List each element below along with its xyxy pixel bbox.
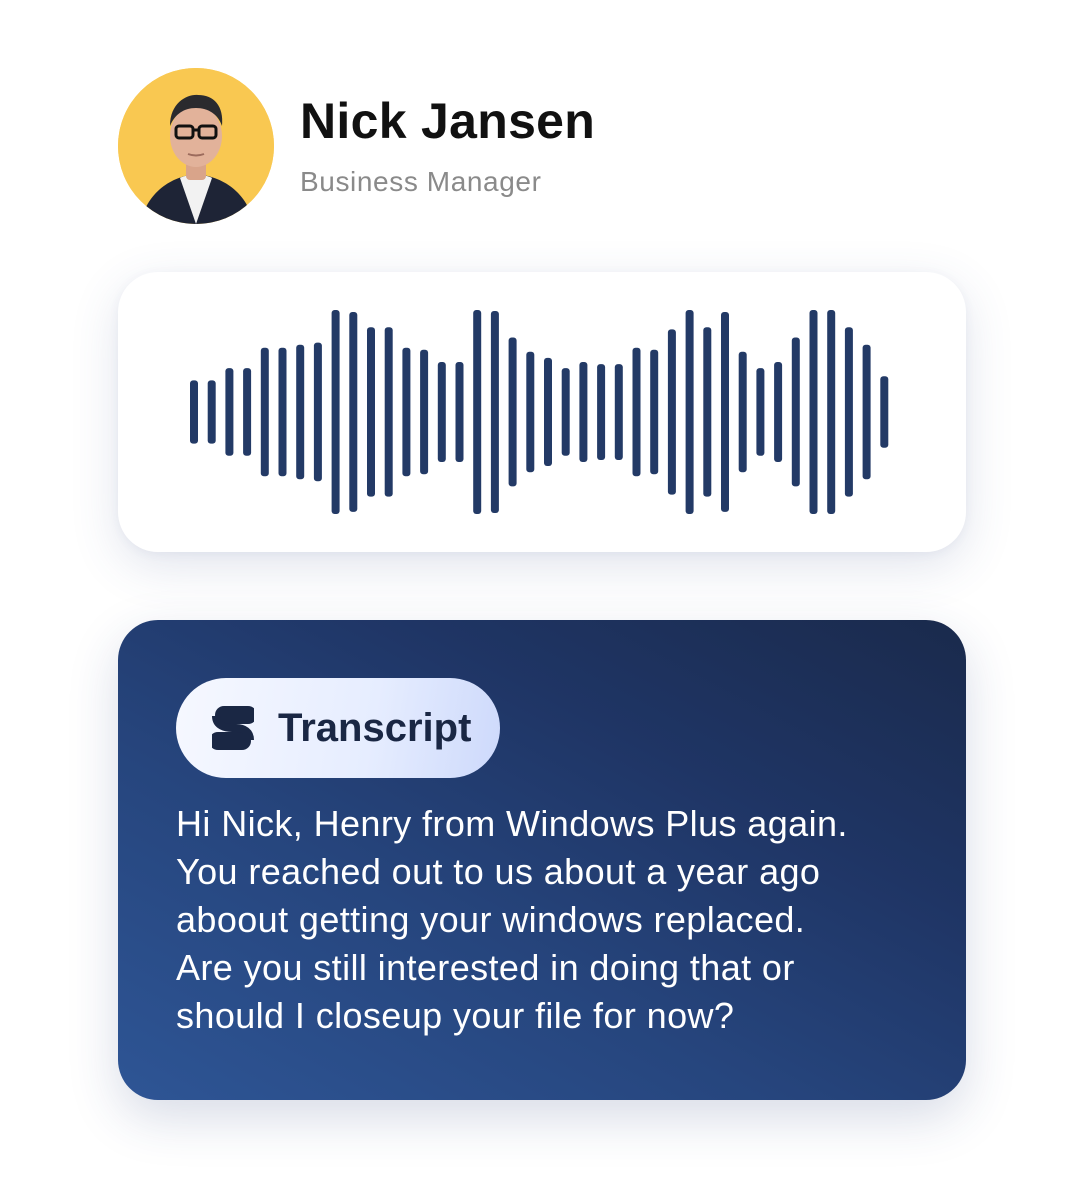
waveform-bar: [844, 327, 853, 497]
waveform-bar: [313, 342, 322, 482]
waveform-bar: [367, 327, 375, 497]
waveform-bar: [331, 310, 340, 514]
waveform-bar: [667, 329, 676, 495]
waveform-bar: [791, 337, 800, 487]
transcript-line: aboout getting your windows replaced.: [176, 899, 806, 940]
waveform-bar: [862, 344, 871, 480]
waveform-bar: [827, 310, 836, 514]
waveform-bar: [420, 349, 429, 475]
transcript-label: Transcript: [278, 705, 472, 750]
avatar: [118, 68, 274, 224]
waveform-bar: [738, 351, 747, 473]
transcript-line: Are you still interested in doing that o…: [176, 947, 795, 988]
transcript-line: Hi Nick, Henry from Windows Plus again.: [176, 803, 848, 844]
waveform-bar: [526, 351, 535, 473]
waveform-bar: [508, 337, 517, 487]
contact-name: Nick Jansen: [300, 93, 596, 149]
waveform-bar: [490, 311, 499, 513]
waveform-bar: [597, 364, 606, 460]
waveform-bar: [437, 362, 446, 462]
waveform-bar: [703, 327, 712, 497]
waveform-bar: [561, 368, 570, 456]
voicemail-preview: Nick Jansen Business Manager Transcript …: [0, 0, 1084, 1191]
waveform-bar: [473, 310, 482, 514]
waveform-bar: [243, 368, 252, 456]
audio-waveform-card[interactable]: [118, 272, 966, 552]
waveform-bar: [260, 347, 269, 477]
waveform-bar: [756, 368, 765, 456]
waveform-bar: [632, 347, 641, 477]
waveform-bar: [650, 349, 659, 475]
transcript-text: Hi Nick, Henry from Windows Plus again. …: [176, 800, 946, 1040]
waveform-bar: [384, 327, 393, 497]
transcript-logo-icon: [212, 706, 254, 750]
waveform-bar: [880, 376, 889, 448]
waveform-bar: [774, 362, 783, 462]
waveform-bar: [579, 362, 588, 462]
waveform-bar: [721, 312, 729, 512]
waveform-bar: [349, 312, 358, 512]
waveform: [190, 310, 889, 514]
waveform-bar: [455, 362, 464, 462]
waveform-bar: [809, 310, 818, 514]
transcript-card: Transcript Hi Nick, Henry from Windows P…: [118, 620, 966, 1100]
waveform-bar: [685, 310, 694, 514]
transcript-badge: Transcript: [176, 678, 500, 778]
waveform-bar: [544, 357, 552, 466]
waveform-bar: [296, 344, 305, 480]
waveform-bar: [207, 380, 216, 444]
contact-role: Business Manager: [300, 166, 542, 197]
waveform-bar: [190, 380, 198, 444]
waveform-bar: [278, 347, 287, 477]
waveform-bar: [402, 347, 411, 477]
transcript-line: You reached out to us about a year ago: [176, 851, 821, 892]
waveform-bar: [614, 364, 623, 460]
transcript-line: should I closeup your file for now?: [176, 995, 735, 1036]
avatar-photo: [118, 68, 274, 224]
waveform-bar: [225, 368, 234, 456]
